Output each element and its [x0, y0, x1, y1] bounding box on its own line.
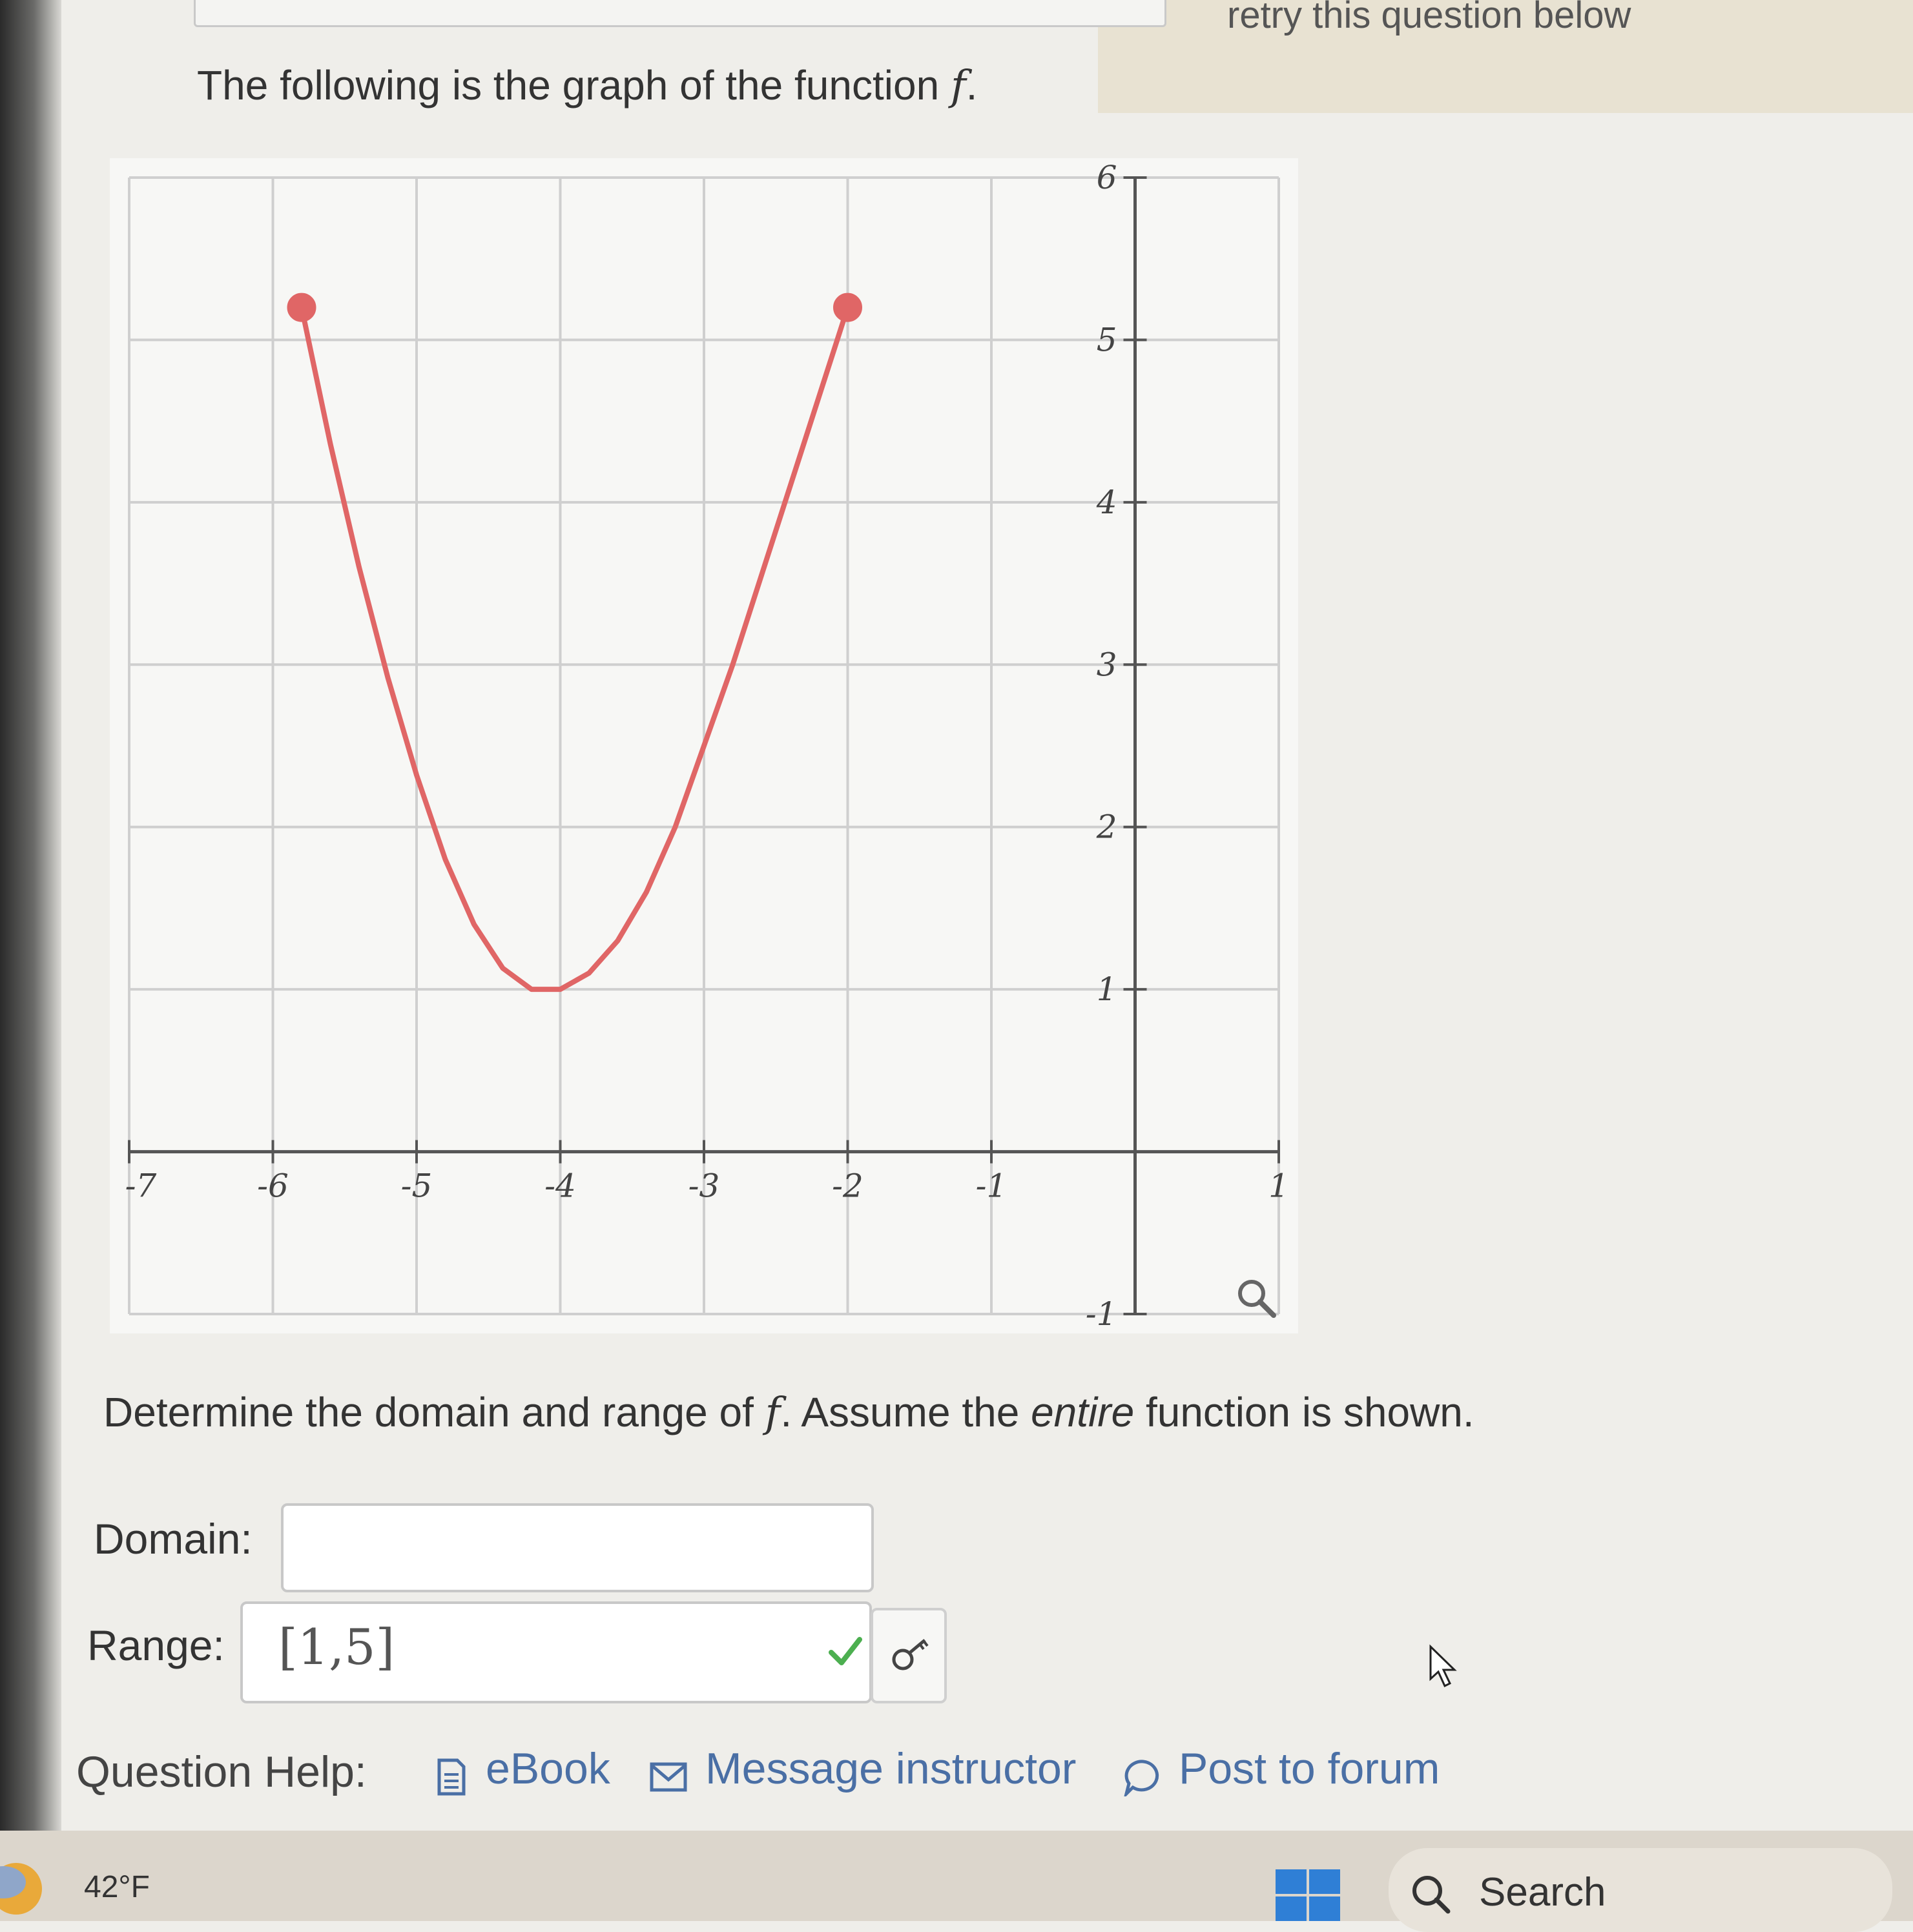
- question-instruction: Determine the domain and range of f. Ass…: [103, 1388, 1474, 1437]
- function-graph: -7 -6 -5 -4 -3 -2 -1 1 -1 1 2 3 4 5 6: [110, 158, 1298, 1333]
- intro-suffix: .: [966, 62, 978, 108]
- previous-answer-box: [194, 0, 1166, 27]
- x-tick-label: -5: [401, 1167, 433, 1205]
- x-tick-label: -6: [257, 1167, 289, 1205]
- question-help-label: Question Help:: [76, 1747, 367, 1796]
- y-tick-label: 1: [1097, 971, 1117, 1008]
- message-instructor-link[interactable]: Message instructor: [705, 1743, 1076, 1794]
- y-tick-label: 6: [1097, 159, 1117, 196]
- range-label: Range:: [87, 1621, 225, 1669]
- instruction-prefix: Determine the domain and range of: [103, 1389, 765, 1435]
- x-tick-label: -7: [125, 1167, 157, 1205]
- key-icon: [892, 1639, 929, 1670]
- domain-label: Domain:: [94, 1515, 253, 1563]
- endpoint-dot: [287, 293, 316, 322]
- weather-temperature[interactable]: 42°F: [84, 1869, 150, 1905]
- y-tick-label: 5: [1097, 321, 1117, 358]
- y-tick-label: 4: [1096, 484, 1117, 521]
- x-tick-label: -4: [544, 1167, 576, 1205]
- range-input[interactable]: [1,5]: [240, 1601, 872, 1703]
- taskbar-search-box[interactable]: [1389, 1848, 1892, 1932]
- y-tick-label: 2: [1096, 808, 1117, 846]
- graph-svg: -7 -6 -5 -4 -3 -2 -1 1 -1 1 2 3 4 5 6: [110, 158, 1298, 1333]
- x-tick-label: -1: [976, 1167, 1008, 1205]
- ebook-link[interactable]: eBook: [486, 1743, 610, 1794]
- y-tick-label: -1: [1086, 1295, 1117, 1333]
- search-icon: [1412, 1876, 1451, 1914]
- question-intro: The following is the graph of the functi…: [197, 61, 977, 110]
- x-tick-label: 1: [1268, 1167, 1289, 1205]
- range-value: [1,5]: [278, 1618, 395, 1676]
- instruction-suffix: function is shown.: [1134, 1389, 1474, 1435]
- ebook-icon: [437, 1758, 466, 1796]
- x-tick-label: -2: [832, 1167, 863, 1205]
- instruction-mid: . Assume the: [780, 1389, 1031, 1435]
- function-symbol: f: [950, 62, 966, 110]
- forum-bubble-icon: [1124, 1760, 1159, 1796]
- endpoint-dot: [833, 293, 862, 322]
- windows-start-icon[interactable]: [1276, 1869, 1340, 1921]
- domain-input[interactable]: [281, 1503, 874, 1592]
- x-tick-label: -3: [688, 1167, 720, 1205]
- mail-icon: [650, 1762, 687, 1792]
- correct-check-icon: [829, 1637, 862, 1665]
- instruction-function-symbol: f: [765, 1389, 781, 1437]
- retry-notice: retry this question below: [1227, 0, 1631, 36]
- intro-prefix: The following is the graph of the functi…: [197, 62, 951, 108]
- search-placeholder: Search: [1479, 1870, 1606, 1915]
- weather-sun-icon: [0, 1863, 42, 1915]
- mouse-cursor-icon: [1429, 1644, 1457, 1688]
- zoom-magnifier-icon[interactable]: [1234, 1275, 1279, 1321]
- answer-key-button[interactable]: [871, 1608, 947, 1703]
- instruction-emphasis: entire: [1031, 1389, 1135, 1435]
- screen-left-edge: [0, 0, 61, 1831]
- post-to-forum-link[interactable]: Post to forum: [1179, 1743, 1440, 1794]
- y-tick-label: 3: [1097, 646, 1117, 683]
